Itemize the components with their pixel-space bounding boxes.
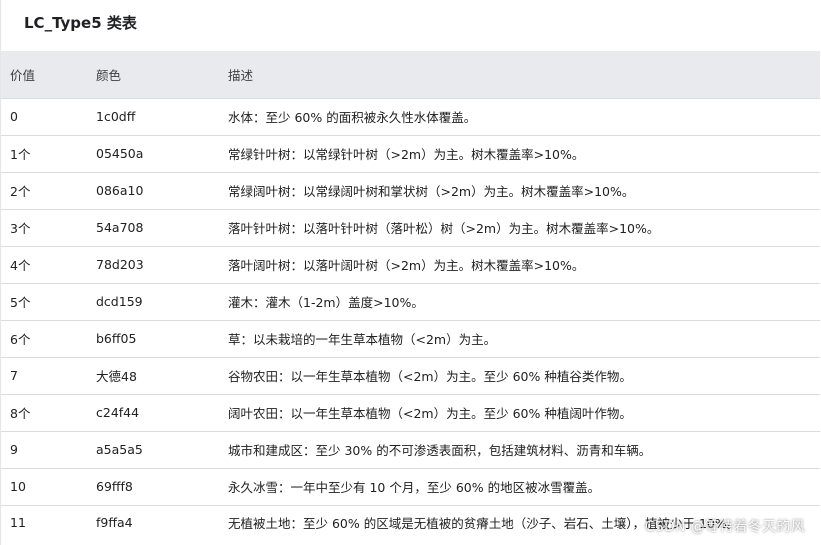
cell-color: c24f44: [96, 393, 228, 431]
table-header-row: 价值 颜色 描述: [1, 51, 820, 98]
table-body: 0 1c0dff 水体：至少 60% 的面积被永久性水体覆盖。 1个 05450a 常绿针…: [1, 97, 820, 539]
header-color: 颜色: [96, 67, 122, 83]
cell-color: b6ff05: [96, 319, 228, 357]
cell-color: 1c0dff: [96, 97, 228, 135]
cell-value: 8个: [1, 393, 96, 431]
table-row: 0 1c0dff 水体：至少 60% 的面积被永久性水体覆盖。: [1, 97, 820, 135]
cell-color: 05450a: [96, 134, 228, 172]
cell-value: 6个: [1, 319, 96, 357]
cell-description: 灌木：灌木（1-2m）盖度>10%。: [228, 282, 820, 320]
land-cover-table: 价值 颜色 描述 0 1c0dff 水体：至少 60% 的面积被永久性水体覆盖。 1个…: [1, 51, 820, 539]
table-row: 7 大德48 谷物农田：以一年生草本植物（<2m）为主。至少 60% 种植谷类作物。: [1, 356, 820, 394]
table-row: 4个 78d203 落叶阔叶树：以落叶阔叶树（>2m）为主。树木覆盖率>10%。: [1, 245, 820, 283]
cell-description: 永久冰雪：一年中至少有 10 个月，至少 60% 的地区被冰雪覆盖。: [228, 467, 820, 505]
cell-color: 54a708: [96, 208, 228, 246]
cell-description: 落叶阔叶树：以落叶阔叶树（>2m）为主。树木覆盖率>10%。: [228, 245, 820, 283]
cell-value: 5个: [1, 282, 96, 320]
table-title: LC_Type5 类表: [24, 14, 137, 32]
cell-description: 水体：至少 60% 的面积被永久性水体覆盖。: [228, 97, 820, 135]
cell-color: 78d203: [96, 245, 228, 283]
cell-color: f9ffa4: [96, 504, 228, 539]
table-row: 6个 b6ff05 草：以未栽培的一年生草本植物（<2m）为主。: [1, 319, 820, 357]
header-value: 价值: [10, 67, 36, 83]
cell-description: 阔叶农田：以一年生草本植物（<2m）为主。至少 60% 种植阔叶作物。: [228, 393, 820, 431]
table-row: 2个 086a10 常绿阔叶树：以常绿阔叶树和掌状树（>2m）为主。树木覆盖率>10…: [1, 171, 820, 209]
cell-value: 11: [1, 504, 96, 539]
watermark: CSDN @等待着冬天的风: [644, 519, 805, 535]
cell-value: 0: [1, 97, 96, 135]
table-row: 10 69fff8 永久冰雪：一年中至少有 10 个月，至少 60% 的地区被冰雪覆…: [1, 467, 820, 505]
header-description: 描述: [228, 67, 254, 83]
table-row: 9 a5a5a5 城市和建成区：至少 30% 的不可渗透表面积，包括建筑材料、沥青和…: [1, 430, 820, 468]
cell-value: 10: [1, 467, 96, 505]
cell-description: 城市和建成区：至少 30% 的不可渗透表面积，包括建筑材料、沥青和车辆。: [228, 430, 820, 468]
table-row: 8个 c24f44 阔叶农田：以一年生草本植物（<2m）为主。至少 60% 种植阔叶…: [1, 393, 820, 431]
cell-color: 086a10: [96, 171, 228, 209]
cell-description: 常绿针叶树：以常绿针叶树（>2m）为主。树木覆盖率>10%。: [228, 134, 820, 172]
cell-description: 谷物农田：以一年生草本植物（<2m）为主。至少 60% 种植谷类作物。: [228, 356, 820, 394]
cell-value: 9: [1, 430, 96, 468]
cell-color: 大德48: [96, 356, 228, 394]
table-row: 3个 54a708 落叶针叶树：以落叶针叶树（落叶松）树（>2m）为主。树木覆盖率>…: [1, 208, 820, 246]
cell-color: dcd159: [96, 282, 228, 320]
cell-value: 7: [1, 356, 96, 394]
cell-value: 1个: [1, 134, 96, 172]
cell-value: 4个: [1, 245, 96, 283]
table-row: 5个 dcd159 灌木：灌木（1-2m）盖度>10%。: [1, 282, 820, 320]
cell-description: 草：以未栽培的一年生草本植物（<2m）为主。: [228, 319, 820, 357]
cell-color: a5a5a5: [96, 430, 228, 468]
table-row: 1个 05450a 常绿针叶树：以常绿针叶树（>2m）为主。树木覆盖率>10%。: [1, 134, 820, 172]
cell-value: 2个: [1, 171, 96, 209]
cell-description: 常绿阔叶树：以常绿阔叶树和掌状树（>2m）为主。树木覆盖率>10%。: [228, 171, 820, 209]
cell-description: 落叶针叶树：以落叶针叶树（落叶松）树（>2m）为主。树木覆盖率>10%。: [228, 208, 820, 246]
cell-color: 69fff8: [96, 467, 228, 505]
cell-value: 3个: [1, 208, 96, 246]
